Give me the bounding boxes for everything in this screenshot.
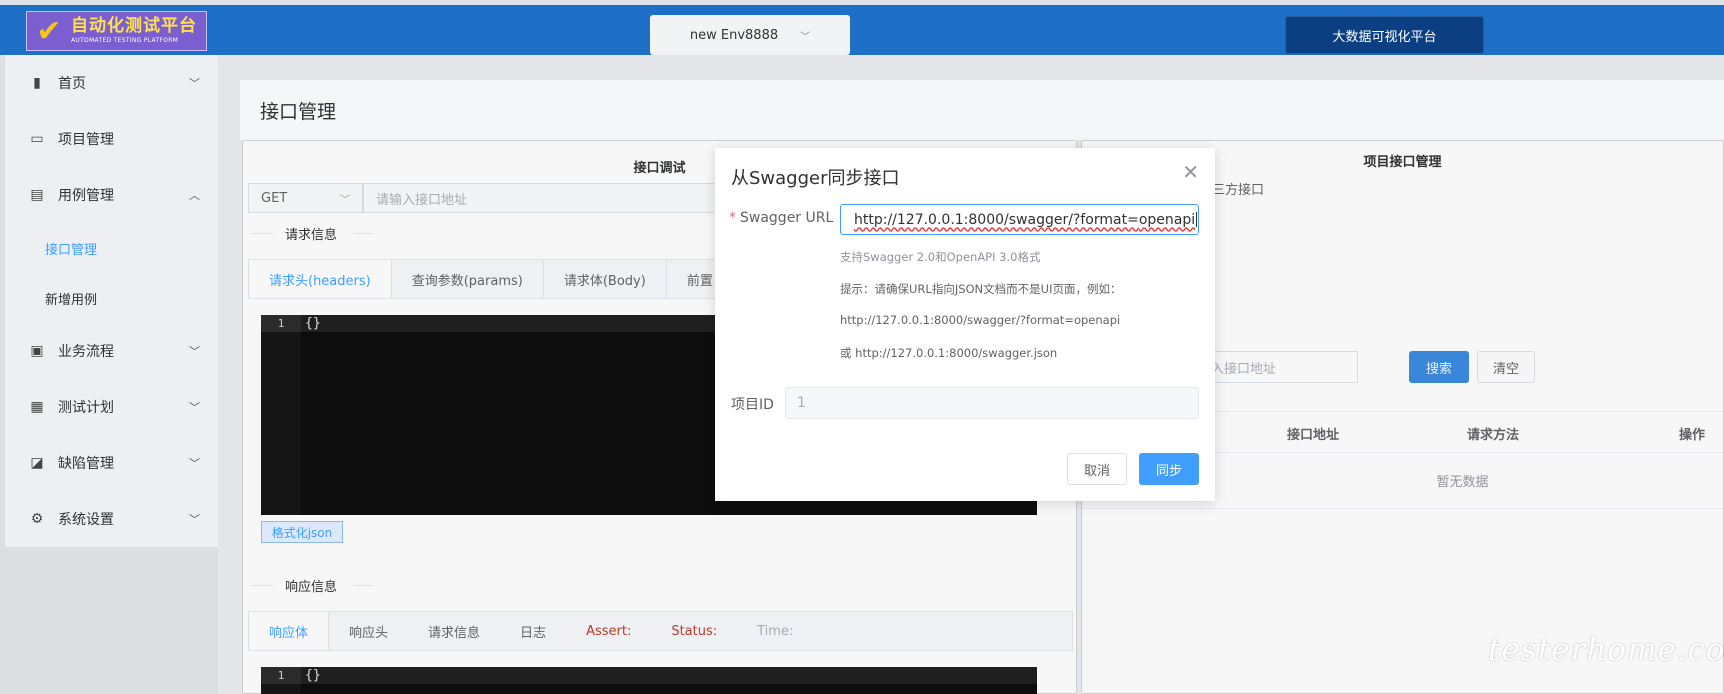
sync-button[interactable]: 同步 <box>1139 453 1199 485</box>
project-id-label: 项目ID <box>731 397 774 413</box>
swagger-url-label: * Swagger URL <box>729 210 834 226</box>
swagger-sync-dialog: 从Swagger同步接口 ✕ * Swagger URL http://127.0… <box>715 148 1215 501</box>
swagger-url-value: http://127.0.0.1:8000/swagger/?format=op… <box>854 211 1196 228</box>
dialog-title: 从Swagger同步接口 <box>731 168 900 189</box>
cancel-button[interactable]: 取消 <box>1067 453 1127 485</box>
example-url-2: 或 http://127.0.0.1:8000/swagger.json <box>840 346 1058 360</box>
text-caret <box>1196 212 1198 227</box>
tip-hint: 提示：请确保URL指向JSON文档而不是UI页面，例如： <box>840 282 1122 296</box>
swagger-url-input[interactable]: http://127.0.0.1:8000/swagger/?format=op… <box>840 204 1199 235</box>
project-id-input[interactable]: 1 <box>785 387 1199 419</box>
example-url-1: http://127.0.0.1:8000/swagger/?format=op… <box>840 313 1121 327</box>
required-asterisk: * <box>729 210 736 226</box>
close-icon[interactable]: ✕ <box>1182 160 1199 184</box>
watermark: testerhome.com <box>1488 632 1724 668</box>
support-hint: 支持Swagger 2.0和OpenAPI 3.0格式 <box>840 250 1041 264</box>
